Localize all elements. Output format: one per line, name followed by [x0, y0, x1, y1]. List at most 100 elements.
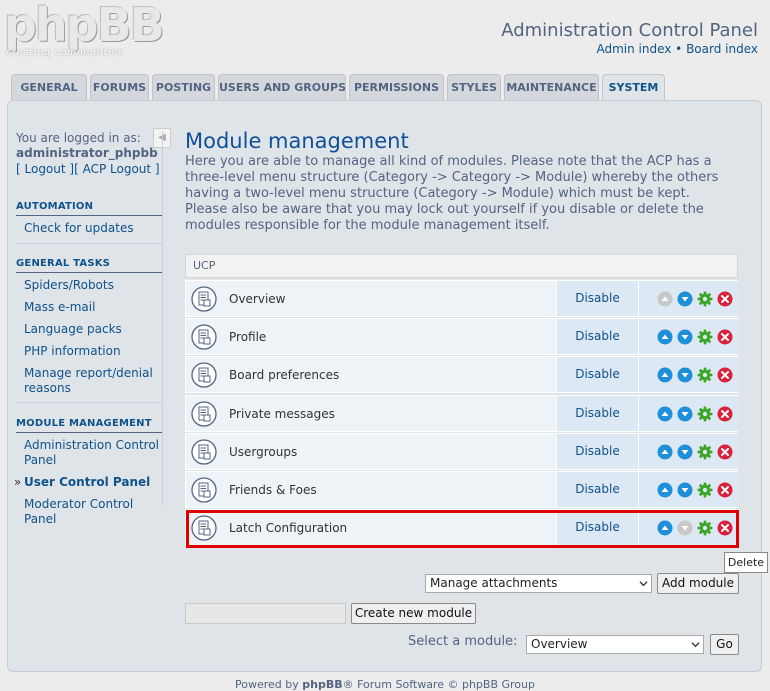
module-name: Overview: [229, 292, 286, 306]
sidebar-item-language-packs[interactable]: Language packs: [24, 322, 163, 337]
select-module-dropdown[interactable]: Overview: [526, 635, 704, 654]
sidebar-divider: [162, 131, 163, 506]
module-actions: [638, 281, 738, 316]
sidebar-item-manage-reports[interactable]: Manage report/denial reasons: [24, 366, 163, 396]
delete-icon[interactable]: [717, 444, 733, 460]
category-header: UCP: [185, 254, 738, 278]
gear-icon[interactable]: [697, 329, 713, 345]
move-up-icon[interactable]: [657, 482, 673, 498]
module-actions: [638, 472, 738, 507]
logo-tagline: creating communities: [6, 48, 124, 58]
module-row: Profile Disable: [185, 318, 738, 355]
add-module-select[interactable]: Manage attachments: [425, 574, 652, 593]
module-name: Usergroups: [229, 445, 298, 459]
menu-heading-automation: AUTOMATION: [16, 201, 163, 216]
gear-icon[interactable]: [697, 291, 713, 307]
main-content: Module management Here you are able to m…: [185, 129, 740, 234]
move-up-icon[interactable]: [657, 329, 673, 345]
disable-module-link[interactable]: Disable: [556, 396, 638, 431]
module-name: Friends & Foes: [229, 483, 317, 497]
gear-icon[interactable]: [697, 406, 713, 422]
select-module-label: Select a module:: [408, 634, 518, 649]
sidebar-item-spiders-robots[interactable]: Spiders/Robots: [24, 278, 163, 293]
sidebar-item-mcp[interactable]: Moderator Control Panel: [24, 497, 163, 527]
tab-posting[interactable]: POSTING: [152, 74, 215, 100]
sidebar-item-mass-email[interactable]: Mass e-mail: [24, 300, 163, 315]
delete-icon[interactable]: [717, 329, 733, 345]
gear-icon[interactable]: [697, 444, 713, 460]
logged-in-label: You are logged in as:: [16, 131, 141, 145]
delete-icon[interactable]: [717, 406, 733, 422]
module-name: Board preferences: [229, 368, 340, 382]
module-name: Profile: [229, 330, 267, 344]
disable-module-link[interactable]: Disable: [556, 319, 638, 354]
delete-icon[interactable]: [717, 482, 733, 498]
footer: Powered by phpBB® Forum Software © phpBB…: [0, 678, 770, 691]
move-down-icon[interactable]: [677, 444, 693, 460]
footer-prefix: Powered by: [235, 678, 303, 691]
module-row: Friends & Foes Disable: [185, 471, 738, 508]
tab-general[interactable]: GENERAL: [11, 74, 87, 100]
footer-suffix: ® Forum Software © phpBB Group: [342, 678, 535, 691]
move-up-icon[interactable]: [657, 444, 673, 460]
add-module-button[interactable]: Add module: [657, 573, 739, 594]
move-down-icon[interactable]: [677, 291, 693, 307]
go-button[interactable]: Go: [710, 634, 739, 655]
module-icon: [191, 477, 217, 503]
move-down-icon[interactable]: [677, 367, 693, 383]
module-icon: [191, 324, 217, 350]
select-module-selected: Overview: [531, 637, 588, 651]
sidebar-item-acp[interactable]: Administration Control Panel: [24, 438, 163, 468]
bracket-mid: ][: [65, 162, 83, 176]
sidebar-menu: ◀ You are logged in as: administrator_ph…: [14, 128, 171, 526]
username: administrator_phpbb: [16, 146, 158, 160]
move-down-icon[interactable]: [677, 482, 693, 498]
logout-links: [ Logout ][ ACP Logout ]: [16, 161, 163, 177]
module-row: Usergroups Disable: [185, 433, 738, 470]
delete-icon[interactable]: [717, 291, 733, 307]
gear-icon[interactable]: [697, 482, 713, 498]
gear-icon[interactable]: [697, 367, 713, 383]
module-name: Private messages: [229, 407, 335, 421]
admin-index-link[interactable]: Admin index: [596, 42, 671, 56]
move-up-icon[interactable]: [657, 367, 673, 383]
tab-users-and-groups[interactable]: USERS AND GROUPS: [218, 74, 346, 100]
create-new-module-button[interactable]: Create new module: [351, 603, 476, 624]
disable-module-link[interactable]: Disable: [556, 357, 638, 392]
phpbb-logo[interactable]: phpBB ® creating communities: [4, 0, 165, 62]
module-actions: [638, 396, 738, 431]
logo-registered: ®: [146, 8, 157, 21]
move-up-icon[interactable]: [657, 406, 673, 422]
new-module-name-input[interactable]: [185, 603, 346, 624]
module-icon: [191, 362, 217, 388]
sidebar-item-ucp[interactable]: User Control Panel: [14, 475, 163, 490]
tab-system[interactable]: SYSTEM: [602, 74, 665, 101]
disable-module-link[interactable]: Disable: [556, 281, 638, 316]
disable-module-link[interactable]: Disable: [556, 472, 638, 507]
move-down-icon[interactable]: [677, 329, 693, 345]
delete-icon[interactable]: [717, 367, 733, 383]
move-up-icon: [657, 291, 673, 307]
bracket-close: ]: [151, 162, 160, 176]
tab-permissions[interactable]: PERMISSIONS: [349, 74, 444, 100]
module-actions: [638, 357, 738, 392]
module-actions: [638, 434, 738, 469]
tab-forums[interactable]: FORUMS: [90, 74, 149, 100]
disable-module-link[interactable]: Disable: [556, 434, 638, 469]
sidebar-item-php-information[interactable]: PHP information: [24, 344, 163, 359]
sidebar-item-check-for-updates[interactable]: Check for updates: [24, 221, 163, 236]
footer-brand-link[interactable]: phpBB: [302, 678, 342, 691]
tab-maintenance[interactable]: MAINTENANCE: [504, 74, 599, 100]
page-header-title: Administration Control Panel: [501, 20, 758, 41]
bracket-open: [: [16, 162, 25, 176]
board-index-link[interactable]: Board index: [686, 42, 758, 56]
tab-styles[interactable]: STYLES: [447, 74, 501, 100]
module-row: Overview Disable: [185, 280, 738, 317]
acp-logout-link[interactable]: ACP Logout: [83, 162, 152, 176]
module-icon: [191, 439, 217, 465]
logout-link[interactable]: Logout: [25, 162, 66, 176]
module-icon: [191, 401, 217, 427]
add-module-selected: Manage attachments: [430, 576, 558, 590]
move-down-icon[interactable]: [677, 406, 693, 422]
module-row: Board preferences Disable: [185, 356, 738, 393]
